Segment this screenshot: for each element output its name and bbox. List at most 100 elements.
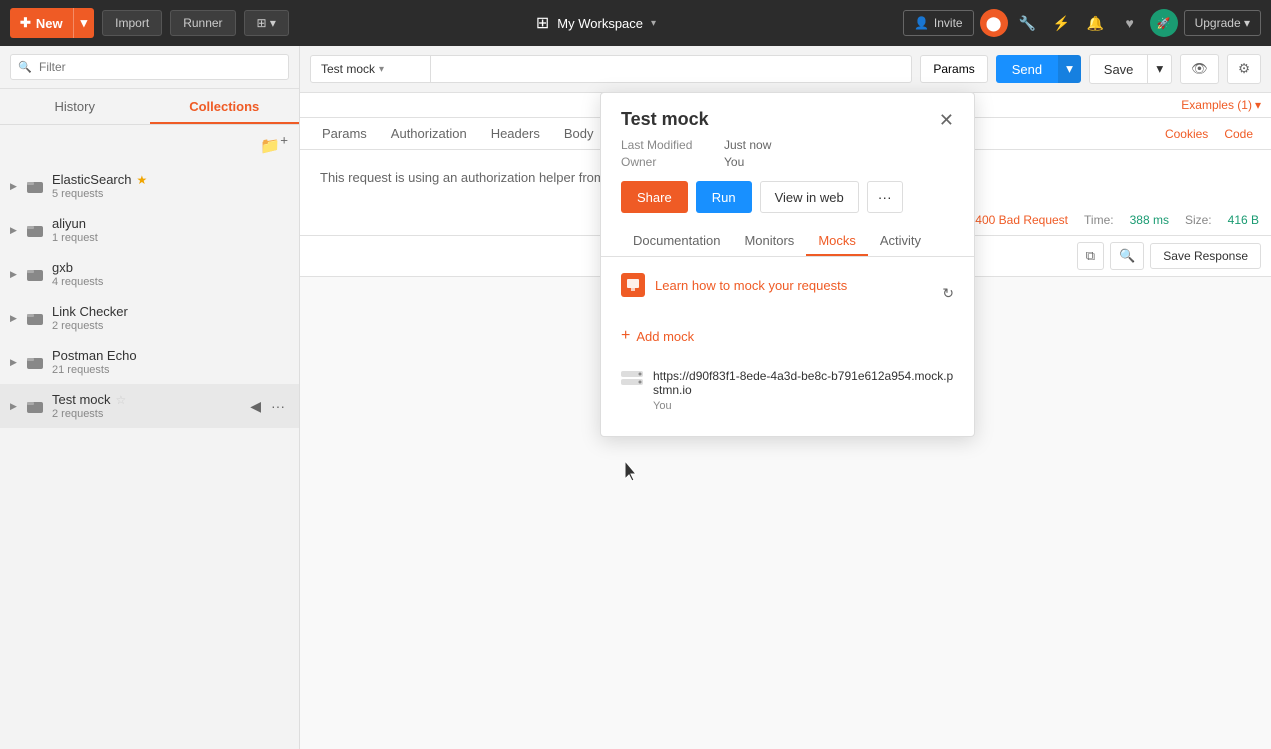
new-collection-icon: 📁+	[260, 138, 288, 155]
workspace-selector[interactable]: ⊞ My Workspace ▾	[297, 13, 895, 33]
examples-link[interactable]: Examples (1) ▾	[1181, 98, 1261, 112]
tab-collections[interactable]: Collections	[150, 89, 300, 124]
invite-button[interactable]: 👤 Invite	[903, 10, 974, 36]
tab-monitors[interactable]: Monitors	[732, 225, 806, 256]
learn-link[interactable]: Learn how to mock your requests	[621, 273, 847, 297]
import-button[interactable]: Import	[102, 10, 162, 36]
filter-input[interactable]	[10, 54, 289, 80]
learn-link-text: Learn how to mock your requests	[655, 278, 847, 293]
tab-params[interactable]: Params	[310, 118, 379, 149]
folder-icon	[26, 355, 44, 369]
tab-headers[interactable]: Headers	[479, 118, 552, 149]
learn-row: Learn how to mock your requests ↻	[621, 273, 954, 313]
list-item[interactable]: ▶ Test mock ☆ 2 requests ◀ ···	[0, 384, 299, 428]
plus-icon: +	[621, 327, 630, 345]
new-collection-button[interactable]: 📁+	[257, 130, 291, 159]
cookies-link[interactable]: Cookies	[1157, 127, 1216, 141]
expand-icon: ▶	[10, 401, 20, 412]
save-button[interactable]: Save	[1089, 54, 1149, 84]
heart-icon[interactable]: ♥	[1116, 9, 1144, 37]
size-value: 416 B	[1228, 213, 1259, 227]
send-button[interactable]: Send	[996, 55, 1058, 83]
view-web-button[interactable]: View in web	[760, 181, 859, 213]
tab-authorization[interactable]: Authorization	[379, 118, 479, 149]
avatar[interactable]: 🚀	[1150, 9, 1178, 37]
owner-label: Owner	[621, 155, 721, 169]
status-value: 400 Bad Request	[975, 213, 1068, 227]
more-options-button[interactable]: ···	[267, 396, 289, 417]
sidebar: 🔍 History Collections 📁+ ▶ ElasticS	[0, 46, 300, 749]
cookies-label: Cookies	[1165, 127, 1208, 141]
save-response-button[interactable]: Save Response	[1150, 243, 1261, 269]
expand-icon: ▶	[10, 225, 20, 236]
collapse-panel-button[interactable]: ◀	[246, 396, 265, 417]
tab-body[interactable]: Body	[552, 118, 606, 149]
tab-mocks[interactable]: Mocks	[806, 225, 868, 256]
refresh-button[interactable]: ↻	[942, 285, 954, 302]
tab-documentation[interactable]: Documentation	[621, 225, 732, 256]
last-modified-label: Last Modified	[621, 138, 721, 152]
collection-name: Postman Echo	[52, 348, 137, 363]
collection-request-count: 1 request	[52, 232, 289, 244]
time-label: Time:	[1084, 213, 1114, 227]
url-input[interactable]	[431, 56, 911, 82]
wrench-icon[interactable]: 🔧	[1014, 9, 1042, 37]
lightning-icon[interactable]: ⚡	[1048, 9, 1076, 37]
collection-request-count: 5 requests	[52, 188, 289, 200]
mock-url: https://d90f83f1-8ede-4a3d-be8c-b791e612…	[653, 369, 954, 397]
mock-name: Test mock	[321, 62, 375, 76]
examples-label: Examples (1)	[1181, 98, 1252, 112]
send-dropdown[interactable]: ▾	[1058, 55, 1081, 83]
star-icon: ★	[136, 173, 147, 187]
mock-dropdown[interactable]: Test mock ▾	[311, 56, 431, 82]
save-dropdown[interactable]: ▾	[1148, 54, 1172, 84]
topbar-right: 👤 Invite ⬤ 🔧 ⚡ 🔔 ♥ 🚀 Upgrade ▾	[903, 9, 1261, 37]
layout-button[interactable]: ⊞ ▾	[244, 10, 289, 36]
params-button[interactable]: Params	[920, 55, 987, 83]
notification-icon[interactable]: ⬤	[980, 9, 1008, 37]
collection-request-count: 2 requests	[52, 320, 289, 332]
share-button[interactable]: Share	[621, 181, 688, 213]
modal-header: Test mock ✕	[601, 93, 974, 138]
collection-modal: Test mock ✕ Last Modified Just now Owner…	[600, 92, 975, 437]
collection-request-count: 4 requests	[52, 276, 289, 288]
owner-value: You	[724, 155, 954, 169]
new-button[interactable]: ✚ New ▾	[10, 8, 94, 38]
expand-icon: ▶	[10, 269, 20, 280]
collection-request-count: 21 requests	[52, 364, 289, 376]
server-icon	[621, 371, 643, 390]
send-btn-group: Send ▾	[996, 55, 1081, 83]
list-item[interactable]: ▶ ElasticSearch ★ 5 requests	[0, 164, 299, 208]
mock-icon	[621, 273, 645, 297]
modal-close-button[interactable]: ✕	[939, 111, 954, 129]
code-link[interactable]: Code	[1216, 127, 1261, 141]
workspace-icon: ⊞	[536, 13, 549, 33]
runner-button[interactable]: Runner	[170, 10, 235, 36]
new-arrow[interactable]: ▾	[73, 8, 95, 38]
add-mock-button[interactable]: + Add mock	[621, 327, 954, 345]
last-modified-value: Just now	[724, 138, 954, 152]
search-icon: 🔍	[18, 61, 32, 74]
search-response-button[interactable]: 🔍	[1110, 242, 1144, 270]
collection-name: Test mock	[52, 392, 111, 407]
run-button[interactable]: Run	[696, 181, 752, 213]
tab-activity[interactable]: Activity	[868, 225, 933, 256]
list-item[interactable]: ▶ gxb 4 requests	[0, 252, 299, 296]
list-item[interactable]: ▶ Postman Echo 21 requests	[0, 340, 299, 384]
modal-meta: Last Modified Just now Owner You	[601, 138, 974, 181]
list-item[interactable]: ▶ aliyun 1 request	[0, 208, 299, 252]
eye-button[interactable]: 👁	[1180, 54, 1219, 84]
mock-owner: You	[653, 400, 954, 412]
copy-button[interactable]: ⧉	[1077, 242, 1104, 270]
modal-tabs: Documentation Monitors Mocks Activity	[601, 225, 974, 257]
tab-history[interactable]: History	[0, 89, 150, 124]
bell-icon[interactable]: 🔔	[1082, 9, 1110, 37]
size-label: Size:	[1185, 213, 1212, 227]
more-button[interactable]: ···	[867, 181, 903, 213]
code-label: Code	[1224, 127, 1253, 141]
upgrade-button[interactable]: Upgrade ▾	[1184, 10, 1261, 36]
topbar: ✚ New ▾ Import Runner ⊞ ▾ ⊞ My Workspace…	[0, 0, 1271, 46]
list-item[interactable]: ▶ Link Checker 2 requests	[0, 296, 299, 340]
settings-button[interactable]: ⚙	[1227, 54, 1261, 84]
collection-list: ▶ ElasticSearch ★ 5 requests ▶	[0, 164, 299, 749]
